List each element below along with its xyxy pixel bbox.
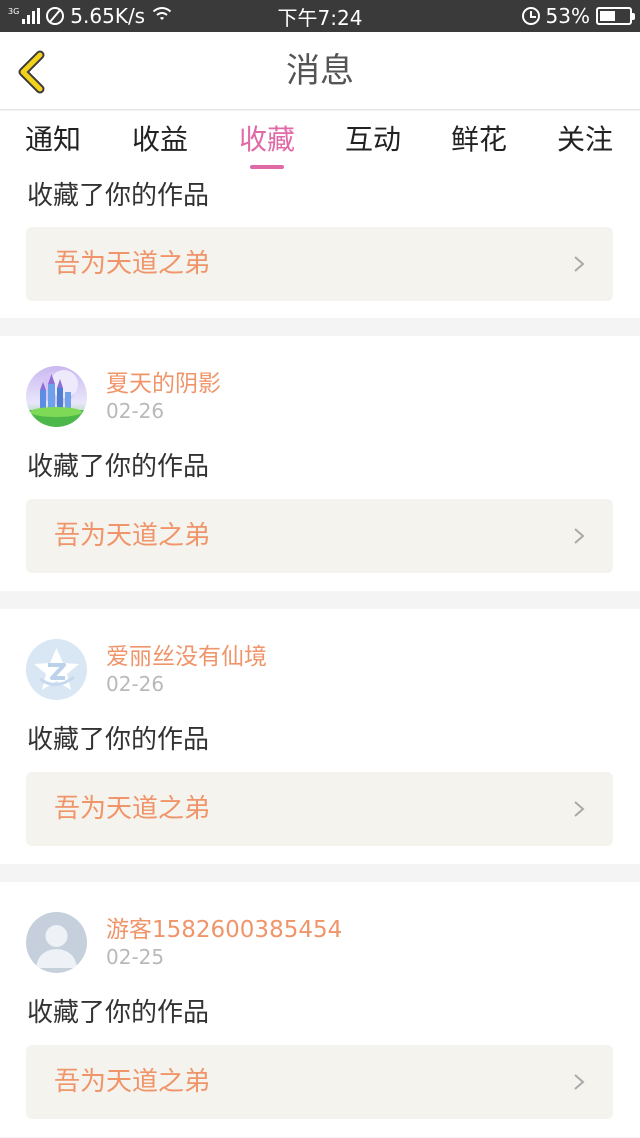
- tab-flowers[interactable]: 鲜花: [426, 111, 532, 173]
- chevron-left-icon: [18, 50, 45, 94]
- chevron-right-icon: [574, 801, 585, 817]
- username[interactable]: 爱丽丝没有仙境: [106, 637, 267, 671]
- chevron-right-icon: [574, 256, 585, 272]
- network-speed: 5.65K/s: [70, 4, 146, 28]
- status-left: 3G 5.65K/s: [8, 0, 174, 32]
- username[interactable]: 夏天的阴影: [106, 364, 221, 398]
- castle-avatar-icon: [26, 366, 87, 427]
- chevron-right-icon: [574, 1074, 585, 1090]
- work-link[interactable]: 吾为天道之弟: [26, 227, 613, 301]
- tab-label: 鲜花: [450, 123, 507, 156]
- work-title: 吾为天道之弟: [54, 521, 211, 551]
- user-avatar[interactable]: [26, 366, 87, 427]
- message-card: 夏天的阴影 02-26 收藏了你的作品 吾为天道之弟: [0, 336, 640, 591]
- work-link[interactable]: 吾为天道之弟: [26, 772, 613, 846]
- tab-label: 关注: [556, 123, 613, 156]
- status-time: 下午7:24: [277, 5, 363, 30]
- active-tab-indicator: [250, 165, 284, 169]
- message-date: 02-25: [106, 945, 165, 969]
- work-link[interactable]: 吾为天道之弟: [26, 1045, 613, 1119]
- user-avatar[interactable]: [26, 912, 87, 973]
- battery-percent: 53%: [545, 4, 590, 28]
- tab-label: 收益: [131, 123, 188, 156]
- chevron-right-icon: [574, 528, 585, 544]
- tab-favorites[interactable]: 收藏: [214, 111, 320, 173]
- tab-earnings[interactable]: 收益: [107, 111, 213, 173]
- app-header: 消息: [0, 32, 640, 110]
- tab-label: 收藏: [238, 123, 295, 156]
- action-text: 收藏了你的作品: [27, 181, 210, 211]
- tab-notifications[interactable]: 通知: [0, 111, 106, 173]
- wifi-icon: [151, 7, 174, 25]
- tab-bar: 通知 收益 收藏 互动 鲜花 关注: [0, 111, 640, 173]
- work-link[interactable]: 吾为天道之弟: [26, 499, 613, 573]
- username[interactable]: 游客1582600385454: [106, 910, 342, 944]
- no-sim-icon: [46, 7, 65, 25]
- status-right: 53%: [521, 0, 635, 32]
- message-card: 游客1582600385454 02-25 收藏了你的作品 吾为天道之弟: [0, 882, 640, 1137]
- message-card: 收藏了你的作品 吾为天道之弟: [0, 173, 640, 318]
- battery-level-fill: [600, 11, 615, 21]
- default-person-avatar-icon: [26, 912, 87, 973]
- work-title: 吾为天道之弟: [54, 794, 211, 824]
- message-date: 02-26: [106, 672, 165, 696]
- tab-label: 互动: [344, 123, 401, 156]
- action-text: 收藏了你的作品: [27, 725, 210, 755]
- tab-label: 通知: [24, 123, 81, 156]
- action-text: 收藏了你的作品: [27, 998, 210, 1028]
- page-title: 消息: [286, 51, 354, 91]
- user-avatar[interactable]: [26, 639, 87, 700]
- alarm-icon: [521, 7, 540, 25]
- status-bar: 3G 5.65K/s 下午7:24 53%: [0, 0, 640, 32]
- action-text: 收藏了你的作品: [27, 452, 210, 482]
- back-button[interactable]: [14, 50, 54, 94]
- work-title: 吾为天道之弟: [54, 1067, 211, 1097]
- message-card: 爱丽丝没有仙境 02-26 收藏了你的作品 吾为天道之弟: [0, 609, 640, 864]
- qzone-star-avatar-icon: [26, 639, 87, 700]
- work-title: 吾为天道之弟: [54, 249, 211, 279]
- network-type: 3G: [8, 7, 20, 16]
- signal-icon: 3G: [8, 7, 41, 24]
- battery-icon: [596, 7, 635, 25]
- tab-interactions[interactable]: 互动: [320, 111, 426, 173]
- tab-follows[interactable]: 关注: [532, 111, 638, 173]
- message-date: 02-26: [106, 399, 165, 423]
